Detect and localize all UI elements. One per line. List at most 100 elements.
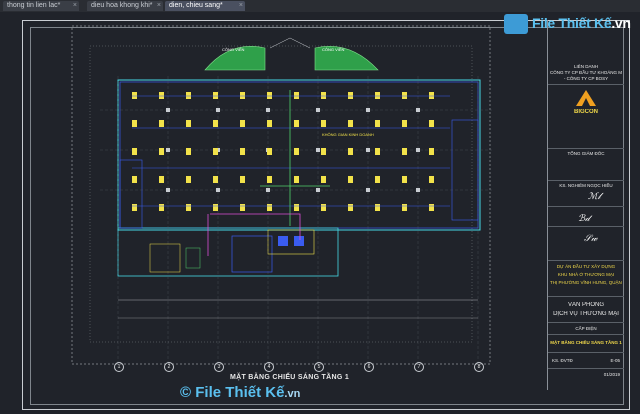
light-fixture <box>348 92 353 99</box>
title-block: LIÊN DANH CÔNG TY CP ĐẦU TƯ KHOÁNG MAI -… <box>547 20 624 390</box>
building-name-1: VĂN PHÒNG <box>567 302 604 308</box>
light-fixture <box>267 204 272 211</box>
contractor-name: BIGCON <box>574 109 598 115</box>
owner-label: LIÊN DANH <box>573 64 598 69</box>
grid-axis-6: 6 <box>364 362 374 372</box>
floor-plan-drawing[interactable] <box>0 0 640 414</box>
light-fixture <box>402 176 407 183</box>
grid-axis-2: 2 <box>164 362 174 372</box>
service-room-left <box>119 159 143 229</box>
site-boundary <box>71 25 491 365</box>
light-fixture <box>213 176 218 183</box>
light-fixture <box>429 120 434 127</box>
light-fixture <box>132 148 137 155</box>
divider <box>548 260 624 261</box>
light-fixture <box>132 120 137 127</box>
light-fixture <box>159 120 164 127</box>
light-fixture <box>213 92 218 99</box>
signature-1: ℳ𝓁 <box>588 192 601 202</box>
building-name-2: DỊCH VỤ THƯƠNG MẠI <box>553 311 619 317</box>
grid-axis-5: 5 <box>314 362 324 372</box>
light-fixture <box>240 120 245 127</box>
date: 01/2019 <box>603 372 620 377</box>
brand-logo-icon <box>504 14 528 34</box>
grid-axis-7: 7 <box>414 362 424 372</box>
drawn-by: KS. ĐVTĐ <box>552 358 573 363</box>
lower-wing <box>117 227 339 277</box>
service-room-right <box>451 119 479 221</box>
light-fixture <box>186 92 191 99</box>
sheet-title: MẶT BẰNG CHIẾU SÁNG TẦNG 1 <box>550 340 622 345</box>
light-fixture <box>213 120 218 127</box>
brand-watermark: File Thiết Kế.vn <box>500 12 631 38</box>
toilet-block <box>267 229 315 255</box>
elevator-2 <box>294 236 304 246</box>
light-fixture <box>159 148 164 155</box>
light-fixture <box>429 92 434 99</box>
director-label: TỔNG GIÁM ĐỐC <box>567 151 605 156</box>
divider <box>548 322 624 323</box>
divider <box>548 352 624 353</box>
park-label-right: CÔNG VIÊN <box>322 47 345 52</box>
light-fixture <box>321 148 326 155</box>
light-fixture <box>402 148 407 155</box>
stage-label: CẤP ĐIỆN <box>575 326 597 331</box>
light-fixture <box>348 204 353 211</box>
light-fixture <box>402 120 407 127</box>
light-fixture <box>294 120 299 127</box>
project-label: DỰ ÁN ĐẦU TƯ XÂY DỰNG <box>556 264 616 269</box>
light-fixture <box>240 204 245 211</box>
light-fixture <box>375 148 380 155</box>
light-fixture <box>402 204 407 211</box>
light-fixture <box>375 120 380 127</box>
light-fixture <box>321 92 326 99</box>
light-fixture <box>321 176 326 183</box>
light-fixture <box>321 120 326 127</box>
structural-grid <box>100 76 492 368</box>
divider <box>548 334 624 335</box>
project-name-2: THỊ PHƯỜNG VĨNH HƯNG, QUẬN LÊ CHÂN <box>550 280 622 285</box>
light-fixture <box>429 148 434 155</box>
light-fixture <box>159 92 164 99</box>
light-fixture <box>348 148 353 155</box>
hall-label: KHÔNG GIAN KINH DOANH <box>322 132 374 137</box>
room-bottom-left <box>149 243 181 273</box>
owner-line2: - CÔNG TY CP BOSY <box>563 76 609 81</box>
divider <box>548 296 624 297</box>
light-fixture <box>186 176 191 183</box>
contractor-logo <box>576 90 596 106</box>
light-fixture <box>240 92 245 99</box>
light-fixture <box>429 204 434 211</box>
light-fixture <box>294 148 299 155</box>
drawing-title: MẶT BẰNG CHIẾU SÁNG TẦNG 1 <box>230 374 350 381</box>
light-fixture <box>321 204 326 211</box>
grid-axis-4: 4 <box>264 362 274 372</box>
grid-axis-1: 1 <box>114 362 124 372</box>
light-fixture <box>267 148 272 155</box>
sheet-number: E-05 <box>610 358 620 363</box>
grid-axis-8: 8 <box>474 362 484 372</box>
divider <box>548 226 624 227</box>
light-fixture <box>429 176 434 183</box>
light-fixture <box>186 120 191 127</box>
light-fixture <box>132 176 137 183</box>
light-fixture <box>375 92 380 99</box>
light-fixture <box>240 176 245 183</box>
divider <box>548 148 624 149</box>
park-label-left: CÔNG VIÊN <box>222 47 245 52</box>
brand-name: File Thiết Kế.vn <box>532 15 631 31</box>
light-fixture <box>375 176 380 183</box>
divider <box>548 368 624 369</box>
signature-3: 𝒮𝓌 <box>584 234 598 244</box>
stair-core <box>231 235 273 273</box>
divider <box>548 206 624 207</box>
grid-axis-3: 3 <box>214 362 224 372</box>
light-fixture <box>267 120 272 127</box>
divider <box>548 84 624 85</box>
light-fixture <box>267 176 272 183</box>
light-fixture <box>348 120 353 127</box>
light-fixture <box>186 148 191 155</box>
light-fixture <box>267 92 272 99</box>
light-fixture <box>213 204 218 211</box>
site-inner-boundary <box>89 45 473 343</box>
